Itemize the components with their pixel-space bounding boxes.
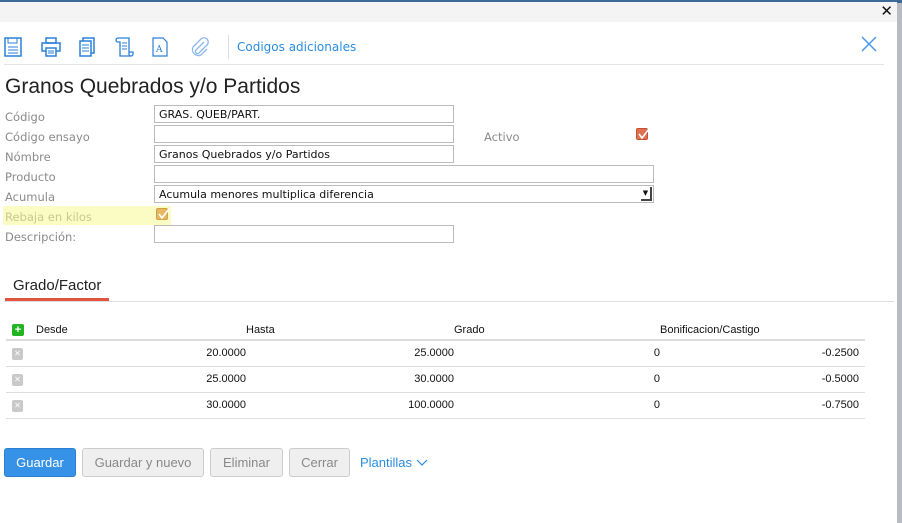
page-title: Granos Quebrados y/o Partidos	[5, 75, 301, 98]
cell-hasta: 100.0000	[246, 392, 454, 419]
cell-grado: 0	[454, 392, 660, 419]
plantillas-dropdown[interactable]: Plantillas	[356, 448, 436, 477]
toolbar: A Codigos adicionales	[4, 32, 356, 62]
cell-desde: 30.0000	[36, 392, 246, 419]
descripcion-input[interactable]	[154, 225, 454, 243]
table-row: ✕ 30.0000 100.0000 0 -0.7500	[6, 392, 865, 419]
rebaja-checkbox[interactable]	[156, 208, 170, 220]
activo-checkbox[interactable]	[636, 128, 650, 140]
codigo-ensayo-label: Código ensayo	[5, 130, 90, 144]
table-row: ✕ 20.0000 25.0000 0 -0.2500	[6, 340, 865, 367]
plantillas-label: Plantillas	[360, 455, 413, 470]
dialog: ✕ A Codigos adicionales Granos Quebrados…	[0, 2, 897, 523]
cell-bonificacion: -0.2500	[660, 340, 865, 367]
nombre-input[interactable]: Granos Quebrados y/o Partidos	[154, 145, 454, 163]
attachment-icon[interactable]	[189, 34, 226, 60]
document-font-icon[interactable]: A	[152, 34, 189, 60]
print-icon[interactable]	[41, 34, 78, 60]
codigo-ensayo-input[interactable]	[154, 125, 454, 143]
activo-label: Activo	[484, 130, 520, 144]
add-row-icon[interactable]: +	[12, 323, 24, 336]
close-form-icon[interactable]	[861, 36, 877, 56]
save-icon[interactable]	[4, 34, 41, 60]
acumula-selected-value: Acumula menores multiplica diferencia	[159, 188, 374, 201]
cell-bonificacion: -0.7500	[660, 392, 865, 419]
header-desde: Desde	[36, 320, 246, 341]
codigo-input[interactable]: GRAS. QUEB/PART.	[154, 105, 454, 123]
producto-input[interactable]	[154, 165, 654, 183]
producto-label: Producto	[5, 170, 56, 184]
acumula-select[interactable]: Acumula menores multiplica diferencia ▼	[154, 185, 654, 203]
remove-row-icon[interactable]: ✕	[12, 373, 23, 386]
header-grado: Grado	[454, 320, 660, 341]
script-icon[interactable]	[115, 34, 152, 60]
cell-hasta: 30.0000	[246, 366, 454, 393]
codigos-adicionales-link[interactable]: Codigos adicionales	[237, 40, 356, 54]
header-bonificacion: Bonificacion/Castigo	[660, 320, 865, 341]
descripcion-label: Descripción:	[5, 230, 77, 244]
copy-icon[interactable]	[78, 34, 115, 60]
acumula-label: Acumula	[5, 190, 56, 204]
cell-grado: 0	[454, 340, 660, 367]
guardar-y-nuevo-button[interactable]: Guardar y nuevo	[82, 448, 204, 477]
svg-text:A: A	[155, 45, 163, 55]
guardar-button[interactable]: Guardar	[4, 448, 76, 477]
table-header: + Desde Hasta Grado Bonificacion/Castigo	[6, 320, 865, 341]
remove-row-icon[interactable]: ✕	[12, 347, 23, 360]
eliminar-button[interactable]: Eliminar	[210, 448, 283, 477]
codigo-label: Código	[5, 110, 45, 124]
toolbar-divider	[228, 35, 229, 59]
rebaja-label: Rebaja en kilos	[5, 210, 92, 224]
header-hasta: Hasta	[246, 320, 454, 341]
chevron-down-icon[interactable]: ▼	[641, 187, 652, 201]
dialog-titlebar: ✕	[0, 2, 897, 22]
nombre-label: Nómbre	[5, 150, 51, 164]
divider	[4, 64, 884, 65]
cell-grado: 0	[454, 366, 660, 393]
tab-divider	[4, 301, 894, 302]
cell-hasta: 25.0000	[246, 340, 454, 367]
grado-factor-table: + Desde Hasta Grado Bonificacion/Castigo…	[6, 320, 865, 419]
table-row: ✕ 25.0000 30.0000 0 -0.5000	[6, 366, 865, 393]
cell-desde: 25.0000	[36, 366, 246, 393]
tab-grado-factor[interactable]: Grado/Factor	[5, 277, 109, 301]
cell-bonificacion: -0.5000	[660, 366, 865, 393]
cerrar-button[interactable]: Cerrar	[289, 448, 350, 477]
close-icon[interactable]: ✕	[880, 2, 893, 20]
chevron-down-icon	[416, 459, 428, 466]
cell-desde: 20.0000	[36, 340, 246, 367]
remove-row-icon[interactable]: ✕	[12, 399, 23, 412]
